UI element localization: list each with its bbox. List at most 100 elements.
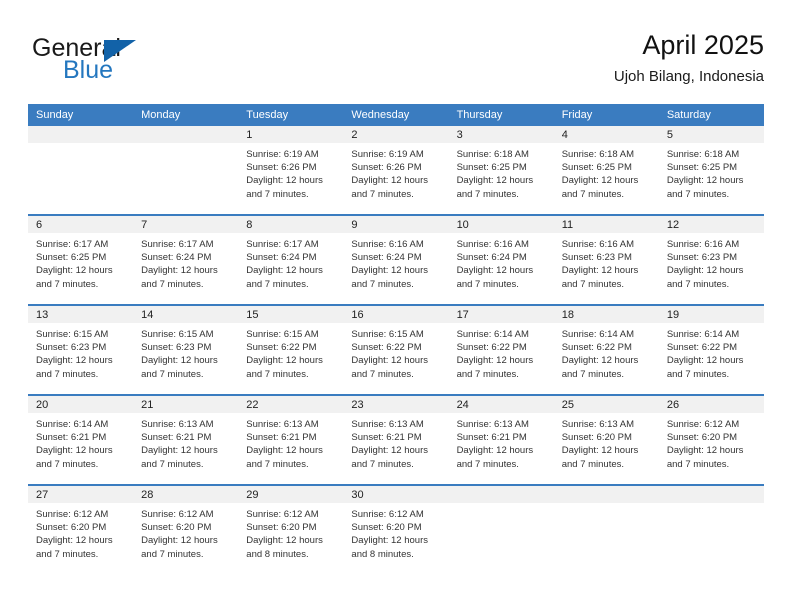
sunrise-text: Sunrise: 6:15 AM (36, 329, 109, 340)
calendar-day-cell[interactable]: 8 Sunrise: 6:17 AM Sunset: 6:24 PM Daylight… (238, 214, 344, 305)
calendar-day-cell[interactable]: 24 Sunrise: 6:13 AM Sunset: 6:21 PM Dayligh… (448, 394, 554, 485)
day-number: 18 (553, 306, 659, 323)
daylight-text-line1: Daylight: 12 hours (561, 265, 639, 277)
calendar-day-cell[interactable]: 30 Sunrise: 6:12 AM Sunset: 6:20 PM Dayligh… (343, 484, 449, 574)
day-details: Sunrise: 6:16 AM Sunset: 6:23 PM Daylight:… (554, 233, 659, 291)
daylight-text-line1: Daylight: 12 hours (456, 265, 534, 277)
sunset-text: Sunset: 6:20 PM (36, 522, 107, 534)
calendar-day-cell[interactable]: 29 Sunrise: 6:12 AM Sunset: 6:20 PM Dayligh… (238, 484, 344, 574)
sunrise-text: Sunrise: 6:13 AM (141, 419, 214, 430)
calendar-day-cell[interactable]: 21 Sunrise: 6:13 AM Sunset: 6:21 PM Dayligh… (133, 394, 239, 485)
calendar-day-cell[interactable]: 23 Sunrise: 6:13 AM Sunset: 6:21 PM Dayligh… (343, 394, 449, 485)
daylight-text-line2: and 7 minutes. (561, 188, 625, 200)
sunrise-text: Sunrise: 6:19 AM (351, 149, 424, 160)
calendar-day-cell[interactable]: 9 Sunrise: 6:16 AM Sunset: 6:24 PM Daylight… (343, 214, 449, 305)
calendar-day-cell[interactable]: 12 Sunrise: 6:16 AM Sunset: 6:23 PM Dayligh… (658, 214, 764, 305)
daylight-text-line1: Daylight: 12 hours (246, 175, 323, 187)
calendar-day-cell-empty (658, 484, 764, 574)
sunset-text: Sunset: 6:24 PM (141, 252, 212, 264)
sunset-text: Sunset: 6:25 PM (36, 252, 107, 264)
sunrise-text: Sunrise: 6:16 AM (666, 239, 740, 250)
daylight-text-line2: and 7 minutes. (666, 278, 730, 290)
day-details: Sunrise: 6:15 AM Sunset: 6:22 PM Daylight:… (343, 323, 448, 381)
daylight-text-line2: and 7 minutes. (246, 278, 309, 290)
sunrise-text: Sunrise: 6:13 AM (351, 419, 424, 430)
calendar-day-cell[interactable]: 15 Sunrise: 6:15 AM Sunset: 6:22 PM Dayligh… (238, 304, 344, 395)
sunset-text: Sunset: 6:23 PM (141, 342, 212, 354)
day-number: 22 (238, 396, 344, 413)
daylight-text-line1: Daylight: 12 hours (561, 355, 639, 367)
weekday-header-sunday: Sunday (28, 104, 134, 126)
calendar-day-cell[interactable]: 18 Sunrise: 6:14 AM Sunset: 6:22 PM Dayligh… (553, 304, 659, 395)
day-number: 15 (238, 306, 344, 323)
day-number: 5 (658, 126, 764, 143)
day-details: Sunrise: 6:14 AM Sunset: 6:22 PM Daylight:… (554, 323, 659, 381)
sunrise-text: Sunrise: 6:12 AM (351, 509, 424, 520)
calendar-day-cell[interactable]: 1 Sunrise: 6:19 AM Sunset: 6:26 PM Daylight… (238, 126, 344, 215)
day-number: 20 (28, 396, 134, 413)
daylight-text-line1: Daylight: 12 hours (141, 355, 218, 367)
day-number: 3 (448, 126, 554, 143)
sunrise-text: Sunrise: 6:17 AM (36, 239, 109, 250)
calendar-day-cell[interactable]: 6 Sunrise: 6:17 AM Sunset: 6:25 PM Daylight… (28, 214, 134, 305)
calendar-day-cell-empty (133, 126, 239, 215)
sunset-text: Sunset: 6:24 PM (456, 252, 527, 264)
calendar-day-cell[interactable]: 16 Sunrise: 6:15 AM Sunset: 6:22 PM Dayligh… (343, 304, 449, 395)
sunrise-text: Sunrise: 6:17 AM (141, 239, 214, 250)
weekday-header-friday: Friday (553, 104, 659, 126)
sunset-text: Sunset: 6:21 PM (141, 432, 212, 444)
calendar-day-cell[interactable]: 25 Sunrise: 6:13 AM Sunset: 6:20 PM Dayligh… (553, 394, 659, 485)
calendar-day-cell[interactable]: 19 Sunrise: 6:14 AM Sunset: 6:22 PM Dayligh… (658, 304, 764, 395)
calendar-day-cell[interactable]: 5 Sunrise: 6:18 AM Sunset: 6:25 PM Daylight… (658, 126, 764, 215)
day-details: Sunrise: 6:18 AM Sunset: 6:25 PM Daylight:… (449, 143, 554, 201)
daylight-text-line2: and 7 minutes. (456, 278, 519, 290)
calendar-day-cell[interactable]: 13 Sunrise: 6:15 AM Sunset: 6:23 PM Dayligh… (28, 304, 134, 395)
sunset-text: Sunset: 6:21 PM (351, 432, 422, 444)
calendar-week-row: 27 Sunrise: 6:12 AM Sunset: 6:20 PM Dayligh… (28, 484, 764, 574)
daylight-text-line2: and 7 minutes. (141, 548, 204, 560)
sunrise-text: Sunrise: 6:17 AM (246, 239, 319, 250)
calendar-day-cell[interactable]: 2 Sunrise: 6:19 AM Sunset: 6:26 PM Daylight… (343, 126, 449, 215)
calendar-day-cell[interactable]: 10 Sunrise: 6:16 AM Sunset: 6:24 PM Dayligh… (448, 214, 554, 305)
calendar-day-cell[interactable]: 14 Sunrise: 6:15 AM Sunset: 6:23 PM Dayligh… (133, 304, 239, 395)
day-number: 29 (238, 486, 344, 503)
day-number: 11 (553, 216, 659, 233)
day-details: Sunrise: 6:14 AM Sunset: 6:22 PM Daylight:… (659, 323, 764, 381)
day-number (658, 486, 764, 503)
sunrise-text: Sunrise: 6:13 AM (246, 419, 319, 430)
weekday-header-wednesday: Wednesday (343, 104, 449, 126)
daylight-text-line1: Daylight: 12 hours (666, 355, 744, 367)
sunset-text: Sunset: 6:25 PM (666, 162, 738, 174)
sunrise-text: Sunrise: 6:14 AM (456, 329, 529, 340)
calendar-day-cell[interactable]: 11 Sunrise: 6:16 AM Sunset: 6:23 PM Dayligh… (553, 214, 659, 305)
calendar-day-cell[interactable]: 3 Sunrise: 6:18 AM Sunset: 6:25 PM Daylight… (448, 126, 554, 215)
calendar-day-cell[interactable]: 20 Sunrise: 6:14 AM Sunset: 6:21 PM Dayligh… (28, 394, 134, 485)
daylight-text-line1: Daylight: 12 hours (351, 535, 428, 547)
calendar-day-cell[interactable]: 26 Sunrise: 6:12 AM Sunset: 6:20 PM Dayligh… (658, 394, 764, 485)
daylight-text-line2: and 7 minutes. (36, 278, 99, 290)
weekday-header-saturday: Saturday (658, 104, 764, 126)
sunrise-text: Sunrise: 6:16 AM (456, 239, 529, 250)
calendar-day-cell[interactable]: 7 Sunrise: 6:17 AM Sunset: 6:24 PM Daylight… (133, 214, 239, 305)
day-details: Sunrise: 6:14 AM Sunset: 6:21 PM Daylight:… (28, 413, 133, 471)
sunset-text: Sunset: 6:22 PM (246, 342, 317, 354)
daylight-text-line2: and 7 minutes. (141, 458, 204, 470)
calendar-day-cell[interactable]: 22 Sunrise: 6:13 AM Sunset: 6:21 PM Dayligh… (238, 394, 344, 485)
calendar-week-row: 6 Sunrise: 6:17 AM Sunset: 6:25 PM Daylight… (28, 214, 764, 305)
calendar-day-cell[interactable]: 17 Sunrise: 6:14 AM Sunset: 6:22 PM Dayligh… (448, 304, 554, 395)
day-number: 26 (658, 396, 764, 413)
daylight-text-line1: Daylight: 12 hours (351, 175, 428, 187)
daylight-text-line2: and 7 minutes. (36, 548, 99, 560)
page-title: April 2025 (642, 30, 764, 60)
calendar-day-cell[interactable]: 27 Sunrise: 6:12 AM Sunset: 6:20 PM Dayligh… (28, 484, 134, 574)
daylight-text-line1: Daylight: 12 hours (36, 265, 113, 277)
sunrise-text: Sunrise: 6:14 AM (666, 329, 740, 340)
daylight-text-line2: and 7 minutes. (456, 368, 519, 380)
weekday-header-monday: Monday (133, 104, 239, 126)
calendar-day-cell[interactable]: 4 Sunrise: 6:18 AM Sunset: 6:25 PM Daylight… (553, 126, 659, 215)
sunset-text: Sunset: 6:20 PM (666, 432, 738, 444)
daylight-text-line2: and 7 minutes. (36, 368, 99, 380)
calendar-day-cell[interactable]: 28 Sunrise: 6:12 AM Sunset: 6:20 PM Dayligh… (133, 484, 239, 574)
daylight-text-line1: Daylight: 12 hours (246, 355, 323, 367)
day-details: Sunrise: 6:12 AM Sunset: 6:20 PM Daylight:… (238, 503, 343, 561)
